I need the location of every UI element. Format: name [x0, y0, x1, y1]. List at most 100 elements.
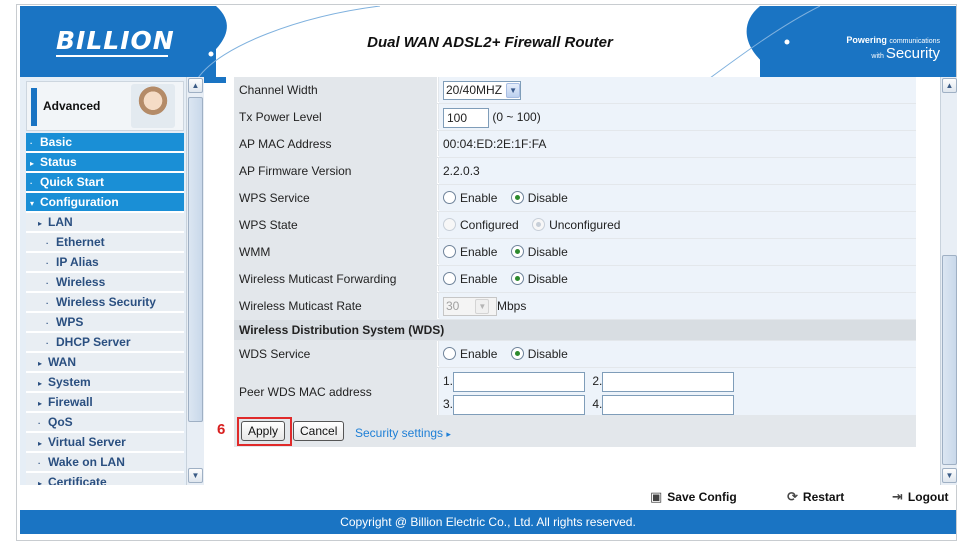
peer-mac-3-input[interactable] [453, 394, 586, 415]
sidebar-item-virtual-server[interactable]: ▸ Virtual Server [26, 433, 184, 453]
channel-width-select[interactable]: 20/40MHZ ▼ [443, 81, 522, 101]
menu-marker-icon: · [46, 239, 49, 248]
row-wds-service: WDS Service Enable Disable [234, 341, 916, 367]
wds-enable-option[interactable]: Enable [443, 347, 497, 361]
peer-mac-2-input[interactable] [602, 371, 735, 392]
sidebar-item-label: LAN [48, 215, 73, 229]
row-wmm: WMM Enable Disable [234, 239, 916, 265]
menu-marker-icon: ▸ [38, 359, 43, 368]
menu-marker-icon: · [30, 179, 33, 188]
radio-disabled-icon [443, 218, 456, 232]
scroll-down-icon[interactable]: ▼ [188, 468, 203, 483]
restart-button[interactable]: ⟳ Restart [787, 489, 844, 505]
radio-checked-icon[interactable] [510, 272, 524, 286]
menu-marker-icon: ▸ [38, 479, 43, 485]
sidebar-item-ip-alias[interactable]: · IP Alias [26, 253, 184, 273]
ap-firmware-value: 2.2.0.3 [439, 158, 916, 184]
option-label: Disable [527, 245, 568, 259]
menu-marker-icon: ▸ [38, 439, 43, 448]
sidebar-item-qos[interactable]: · QoS [26, 413, 184, 433]
sidebar-item-wan[interactable]: ▸ WAN [26, 353, 184, 373]
wps-disable-option[interactable]: Disable [510, 191, 568, 205]
billion-logo: BILLION [56, 26, 175, 55]
cancel-button[interactable]: Cancel [293, 421, 345, 441]
option-label: Configured [460, 218, 519, 232]
row-wps-service: WPS Service Enable Disable [234, 185, 916, 211]
mcast-disable-option[interactable]: Disable [510, 272, 568, 286]
sidebar-menu: · Basic ▸ Status · Quick Start ▾ Configuration ▸… [26, 133, 184, 485]
security-settings-link[interactable]: Security settings ▸ [355, 426, 451, 440]
sidebar-item-wireless[interactable]: · Wireless [26, 273, 184, 293]
sidebar-item-ethernet[interactable]: · Ethernet [26, 233, 184, 253]
menu-marker-icon: · [30, 139, 33, 148]
radio-icon[interactable] [443, 191, 456, 205]
apply-button[interactable]: Apply [241, 421, 286, 441]
tagline-with: with [871, 53, 884, 60]
sidebar-item-certificate[interactable]: ▸ Certificate [26, 473, 184, 485]
sidebar-item-system[interactable]: ▸ System [26, 373, 184, 393]
sidebar-scroll-thumb[interactable] [188, 97, 203, 422]
multicast-rate-select: 30 ▼ [443, 297, 497, 317]
wds-disable-option[interactable]: Disable [510, 347, 568, 361]
sidebar-item-wake-on-lan[interactable]: · Wake on LAN [26, 453, 184, 473]
peer-mac-4-input[interactable] [602, 394, 735, 415]
sidebar-item-lan[interactable]: ▸ LAN [26, 213, 184, 233]
content-scroll-thumb[interactable] [942, 255, 957, 465]
sidebar-item-basic[interactable]: · Basic [26, 133, 184, 153]
peer-mac-grid: 1. 2. 3. 4. [443, 370, 735, 416]
sidebar-scrollbar[interactable]: ▲ ▼ [186, 77, 204, 485]
tx-power-input[interactable]: 100 [443, 107, 489, 128]
sidebar-item-label: Basic [40, 135, 73, 149]
sidebar-item-dhcp-server[interactable]: · DHCP Server [26, 333, 184, 353]
menu-marker-icon: · [46, 299, 49, 308]
radio-icon[interactable] [443, 272, 456, 286]
radio-icon[interactable] [443, 245, 456, 259]
floppy-disk-icon: ▣ [650, 489, 663, 504]
peer-mac-1-label: 1. [443, 374, 454, 388]
action-bar: ▣ Save Config ⟳ Restart ⇥ Logout [20, 485, 956, 509]
scroll-up-icon[interactable]: ▲ [188, 78, 203, 93]
scroll-down-icon[interactable]: ▼ [942, 468, 957, 483]
wps-configured-option: Configured [443, 218, 519, 232]
menu-marker-icon: · [38, 419, 41, 428]
save-config-button[interactable]: ▣ Save Config [650, 489, 737, 505]
radio-checked-icon[interactable] [510, 347, 524, 361]
sidebar-item-wps[interactable]: · WPS [26, 313, 184, 333]
mcast-enable-option[interactable]: Enable [443, 272, 497, 286]
button-row: 6 Apply Cancel Security settings ▸ [217, 415, 916, 447]
sidebar-item-label: Status [40, 155, 77, 169]
wps-enable-option[interactable]: Enable [443, 191, 497, 205]
sidebar-item-status[interactable]: ▸ Status [26, 153, 184, 173]
sidebar-item-label: Certificate [48, 475, 107, 485]
radio-disabled-checked-icon [532, 218, 546, 232]
rate-unit: Mbps [497, 299, 527, 313]
radio-icon[interactable] [443, 347, 456, 361]
sidebar-item-label: Wake on LAN [48, 455, 125, 469]
option-label: Disable [527, 347, 568, 361]
action-label: Restart [802, 490, 845, 504]
sidebar-item-label: Wireless [56, 275, 106, 289]
tagline-powering: Powering [846, 35, 887, 45]
select-value: 30 [446, 299, 460, 314]
action-label: Logout [907, 490, 949, 504]
radio-checked-icon[interactable] [510, 191, 524, 205]
scroll-up-icon[interactable]: ▲ [942, 78, 957, 93]
sidebar-item-firewall[interactable]: ▸ Firewall [26, 393, 184, 413]
peer-mac-1-input[interactable] [453, 371, 586, 392]
peer-mac-4-label: 4. [592, 397, 603, 411]
tagline-security: Security [885, 45, 940, 62]
radio-checked-icon[interactable] [510, 245, 524, 259]
sidebar-item-label: DHCP Server [56, 335, 131, 349]
sidebar-item-quick-start[interactable]: · Quick Start [26, 173, 184, 193]
peer-mac-2-label: 2. [592, 374, 603, 388]
menu-marker-icon: · [38, 459, 41, 468]
wmm-disable-option[interactable]: Disable [510, 245, 568, 259]
logout-button[interactable]: ⇥ Logout [892, 489, 949, 505]
logo-underline [56, 55, 168, 57]
sidebar-item-wireless-security[interactable]: · Wireless Security [26, 293, 184, 313]
chevron-right-icon: ▸ [446, 429, 451, 439]
sidebar-item-configuration[interactable]: ▾ Configuration [26, 193, 184, 213]
content-scrollbar[interactable]: ▲ ▼ [940, 77, 957, 485]
wds-section-header: Wireless Distribution System (WDS) [234, 320, 916, 340]
wmm-enable-option[interactable]: Enable [443, 245, 497, 259]
